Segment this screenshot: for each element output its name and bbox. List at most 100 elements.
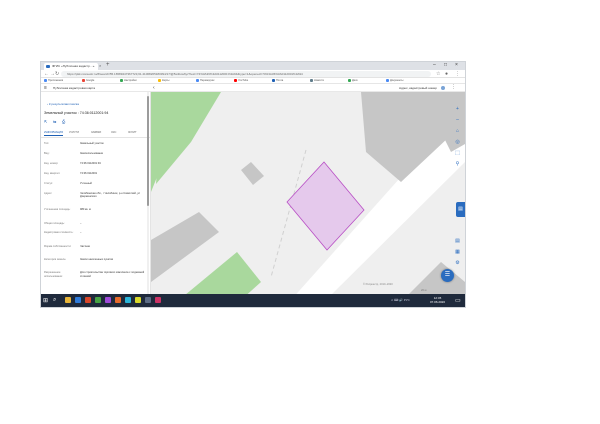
attribute-value: Землепользование: [80, 151, 104, 155]
clock[interactable]: 12:45 07.06.2020: [430, 296, 445, 304]
search-map-icon[interactable]: ⚲: [454, 161, 461, 168]
bookmark-label: Настройки: [124, 79, 137, 82]
taskbar-app-icon[interactable]: [155, 297, 161, 303]
attribute-value: Учтенный: [80, 181, 92, 185]
taskbar-app-icon[interactable]: [75, 297, 81, 303]
search-input[interactable]: Адрес, кадастровый номер: [399, 86, 437, 90]
green-area-bottom: [179, 252, 261, 300]
start-icon[interactable]: ⊞: [43, 297, 48, 304]
attribute-value: Земельный участок: [80, 142, 104, 145]
settings-icon[interactable]: ⚙: [454, 260, 461, 267]
bookmark-icon: [386, 78, 389, 82]
attribute-value: –: [80, 231, 82, 235]
map-copyright: © Росреестр, 2010–2020: [363, 283, 393, 286]
zoom-out-icon[interactable]: –: [454, 117, 461, 124]
taskbar-app-icon[interactable]: [125, 297, 131, 303]
tab-0[interactable]: ИНФОРМАЦИЯ: [44, 131, 63, 136]
map-toolbar: + – ⌂ ◎ ⬚ ⚲ ▤ ▦ ⚙: [451, 92, 465, 300]
panel-tabs: ИНФОРМАЦИЯ УСЛУГИ ЗАЯВКИ ОКС ЗОУИТ: [41, 130, 150, 138]
map-scale: 20 м: [421, 289, 427, 292]
home-icon[interactable]: ⌂: [454, 128, 461, 135]
attribute-value: 74:36:0112001:94: [80, 161, 101, 165]
taskbar: ⊞ ⌕ ∧ ⌨ 🔊 РУС 12:45 07.06.2020 ▭: [41, 294, 465, 307]
attribute-key: Вид:: [44, 151, 50, 155]
star-icon[interactable]: ☆: [436, 71, 440, 77]
attribute-key: Уточненная площадь:: [44, 208, 71, 212]
map-canvas[interactable]: [151, 92, 465, 300]
attribute-key: Адрес:: [44, 191, 53, 195]
map-view[interactable]: + – ⌂ ◎ ⬚ ⚲ ▤ ▦ ⚙ ▤ ☰ © Росреестр, 2010–2020 20 …: [151, 92, 465, 300]
user-avatar[interactable]: [441, 86, 445, 90]
grid-icon[interactable]: ▦: [454, 249, 461, 256]
taskbar-app-icon[interactable]: [95, 297, 101, 303]
bookmark-label: YouTube: [238, 79, 249, 82]
browser-menu-icon[interactable]: ⋮: [455, 71, 460, 77]
legend-icon[interactable]: ▤: [454, 238, 461, 245]
bookmark-label: Карты: [162, 79, 170, 82]
tab-3[interactable]: ОКС: [111, 131, 116, 134]
building-small: [241, 162, 264, 185]
attribute-key: Кад. квартал:: [44, 171, 61, 175]
attribute-value: Земли населенных пунктов: [80, 258, 113, 261]
more-icon[interactable]: ⋮: [451, 84, 456, 90]
tab-1[interactable]: УСЛУГИ: [69, 131, 79, 134]
clock-date: 07.06.2020: [430, 300, 446, 304]
taskbar-app-icon[interactable]: [85, 297, 91, 303]
expand-icon[interactable]: ⇱: [44, 119, 47, 124]
taskbar-app-icon[interactable]: [105, 297, 111, 303]
new-tab-button[interactable]: +: [106, 62, 110, 68]
browser-tab[interactable]: ФГИС «Публичная кадастр…»: [44, 63, 98, 70]
screen: ФГИС «Публичная кадастр…» × + – □ × ← → …: [41, 62, 465, 307]
locate-icon[interactable]: ◎: [454, 139, 461, 146]
system-tray[interactable]: ∧ ⌨ 🔊 РУС: [391, 298, 410, 302]
attribute-value: 980 кв. м: [80, 208, 91, 212]
taskbar-app-icon[interactable]: [65, 297, 71, 303]
layers-fab-button[interactable]: ☰: [441, 269, 454, 282]
panel-title: Земельный участок : 74:36:0112001:94: [44, 111, 109, 115]
panel-scroll-thumb[interactable]: [147, 96, 149, 206]
attribute-key: Общая площадь:: [44, 221, 65, 225]
profile-icon[interactable]: ●: [445, 71, 448, 77]
bookmark-icon: [234, 78, 237, 82]
bookmark-icon: [158, 78, 161, 82]
tab-2[interactable]: ЗАЯВКИ: [91, 131, 101, 134]
attribute-value: 74:36:0112001: [80, 171, 98, 175]
collapse-panel-icon[interactable]: ‹: [153, 85, 155, 91]
attribute-key: Тип:: [44, 142, 50, 145]
menu-icon[interactable]: ≡: [44, 85, 47, 91]
compare-icon[interactable]: ⇆: [53, 119, 56, 124]
notifications-icon[interactable]: ▭: [455, 297, 461, 304]
taskbar-search-icon[interactable]: ⌕: [53, 297, 56, 304]
back-to-results-link[interactable]: ‹ К результатам поиска: [47, 102, 79, 106]
maximize-icon[interactable]: □: [444, 62, 447, 68]
side-panel-tab[interactable]: ▤: [456, 202, 465, 217]
bookmark-label: Документы: [390, 79, 404, 82]
bookmark-icon: [120, 78, 123, 82]
taskbar-app-icon[interactable]: [135, 297, 141, 303]
attribute-key: Разрешенное использование:: [44, 271, 63, 278]
minimize-icon[interactable]: –: [433, 62, 436, 68]
select-area-icon[interactable]: ⬚: [454, 150, 461, 157]
window-close-icon[interactable]: ×: [455, 62, 458, 68]
attribute-key: Кадастровая стоимость:: [44, 231, 74, 235]
bookmark-icon: [82, 78, 85, 82]
back-arrow-icon[interactable]: ←: [44, 71, 49, 77]
app-title: Публичная кадастровая карта: [53, 86, 96, 90]
green-area-top: [156, 92, 221, 184]
tab-close-icon[interactable]: ×: [99, 63, 101, 68]
reload-icon[interactable]: ↻: [55, 71, 59, 77]
bookmark-icon: [272, 78, 275, 82]
bookmark-label: Диск: [352, 79, 358, 82]
taskbar-app-icon[interactable]: [115, 297, 121, 303]
info-panel: ‹ К результатам поиска Земельный участок…: [41, 92, 151, 300]
attribute-value: Для строительства торгового комплекса с …: [80, 271, 145, 278]
taskbar-app-icon[interactable]: [145, 297, 151, 303]
app-header: ≡ Публичная кадастровая карта ‹ Адрес, к…: [41, 84, 465, 92]
url-input[interactable]: https://pkk.rosreestr.ru/#/search/55.165…: [61, 71, 431, 77]
zoom-in-icon[interactable]: +: [454, 106, 461, 113]
attribute-value: Частная: [80, 244, 90, 248]
print-icon[interactable]: ⎙: [62, 119, 65, 124]
attribute-key: Форма собственности:: [44, 244, 72, 248]
bookmark-label: Приложения: [48, 79, 64, 82]
tab-4[interactable]: ЗОУИТ: [128, 131, 137, 134]
